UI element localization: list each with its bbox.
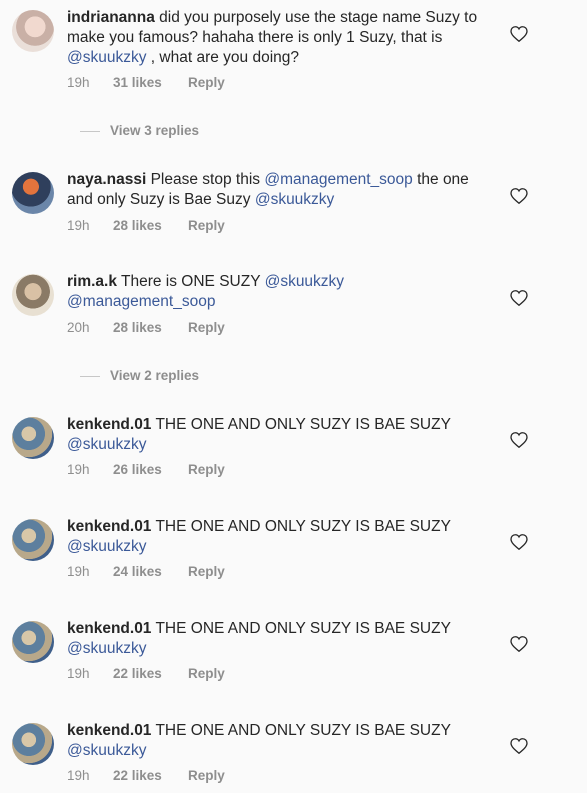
comment-text: kenkend.01 THE ONE AND ONLY SUZY IS BAE … [67, 415, 487, 455]
comment-text: kenkend.01 THE ONE AND ONLY SUZY IS BAE … [67, 517, 487, 557]
comment-time[interactable]: 19h [67, 564, 113, 579]
reply-button[interactable]: Reply [188, 666, 225, 681]
comment-text: rim.a.k There is ONE SUZY @skuukzky @man… [67, 272, 487, 312]
view-replies-button[interactable]: View 3 replies [80, 123, 199, 138]
reply-button[interactable]: Reply [188, 564, 225, 579]
comment-body: There is ONE SUZY [116, 273, 265, 290]
comment-time[interactable]: 19h [67, 768, 113, 783]
divider [80, 375, 100, 377]
comment-body: THE ONE AND ONLY SUZY IS BAE SUZY [151, 722, 451, 739]
avatar[interactable] [12, 274, 54, 316]
mention-link[interactable]: @skuukzky [67, 640, 146, 657]
comment-username[interactable]: naya.nassi [67, 171, 146, 188]
reply-button[interactable]: Reply [188, 462, 225, 477]
comment-time[interactable]: 19h [67, 218, 113, 233]
comment-body: THE ONE AND ONLY SUZY IS BAE SUZY [151, 416, 451, 433]
avatar[interactable] [12, 417, 54, 459]
avatar[interactable] [12, 10, 54, 52]
comment-likes[interactable]: 26 likes [113, 462, 188, 477]
comment-likes[interactable]: 24 likes [113, 564, 188, 579]
view-replies-label: View 2 replies [110, 368, 200, 383]
comment-meta: 20h 28 likes Reply [67, 320, 225, 335]
comment-body: Please stop this [146, 171, 265, 188]
comment-meta: 19h 24 likes Reply [67, 564, 225, 579]
mention-link[interactable]: @management_soop [264, 171, 412, 188]
comment-likes[interactable]: 22 likes [113, 666, 188, 681]
comment-username[interactable]: kenkend.01 [67, 518, 151, 535]
heart-icon[interactable] [510, 432, 528, 448]
mention-link[interactable]: @skuukzky [67, 436, 146, 453]
comment-likes[interactable]: 28 likes [113, 218, 188, 233]
reply-button[interactable]: Reply [188, 768, 225, 783]
comment-body: THE ONE AND ONLY SUZY IS BAE SUZY [151, 518, 451, 535]
comment-likes[interactable]: 31 likes [113, 75, 188, 90]
comment-time[interactable]: 19h [67, 666, 113, 681]
comment-time[interactable]: 19h [67, 462, 113, 477]
reply-button[interactable]: Reply [188, 75, 225, 90]
comment-text: naya.nassi Please stop this @management_… [67, 170, 487, 210]
reply-button[interactable]: Reply [188, 320, 225, 335]
heart-icon[interactable] [510, 290, 528, 306]
avatar[interactable] [12, 519, 54, 561]
comment-meta: 19h 26 likes Reply [67, 462, 225, 477]
comment-time[interactable]: 20h [67, 320, 113, 335]
mention-link[interactable]: @skuukzky [255, 191, 334, 208]
reply-button[interactable]: Reply [188, 218, 225, 233]
comment-username[interactable]: kenkend.01 [67, 722, 151, 739]
view-replies-button[interactable]: View 2 replies [80, 368, 199, 383]
comment-meta: 19h 22 likes Reply [67, 768, 225, 783]
comment-text: kenkend.01 THE ONE AND ONLY SUZY IS BAE … [67, 721, 487, 761]
divider [80, 130, 100, 132]
mention-link[interactable]: @skuukzky [265, 273, 344, 290]
comment-meta: 19h 28 likes Reply [67, 218, 225, 233]
comment-meta: 19h 31 likes Reply [67, 75, 225, 90]
mention-link[interactable]: @skuukzky [67, 538, 146, 555]
mention-link[interactable]: @management_soop [67, 293, 215, 310]
comment-username[interactable]: indriananna [67, 9, 155, 26]
comment-body: THE ONE AND ONLY SUZY IS BAE SUZY [151, 620, 451, 637]
comment-time[interactable]: 19h [67, 75, 113, 90]
comment-likes[interactable]: 22 likes [113, 768, 188, 783]
comment-likes[interactable]: 28 likes [113, 320, 188, 335]
comment-username[interactable]: kenkend.01 [67, 620, 151, 637]
comment-body: , what are you doing? [146, 49, 300, 66]
comment-text: indriananna did you purposely use the st… [67, 8, 487, 68]
avatar[interactable] [12, 621, 54, 663]
mention-link[interactable]: @skuukzky [67, 49, 146, 66]
avatar[interactable] [12, 723, 54, 765]
comment-username[interactable]: kenkend.01 [67, 416, 151, 433]
comment-username[interactable]: rim.a.k [67, 273, 117, 290]
heart-icon[interactable] [510, 534, 528, 550]
mention-link[interactable]: @skuukzky [67, 742, 146, 759]
avatar[interactable] [12, 172, 54, 214]
view-replies-label: View 3 replies [110, 123, 200, 138]
comment-text: kenkend.01 THE ONE AND ONLY SUZY IS BAE … [67, 619, 487, 659]
heart-icon[interactable] [510, 738, 528, 754]
heart-icon[interactable] [510, 26, 528, 42]
heart-icon[interactable] [510, 636, 528, 652]
comment-meta: 19h 22 likes Reply [67, 666, 225, 681]
heart-icon[interactable] [510, 188, 528, 204]
